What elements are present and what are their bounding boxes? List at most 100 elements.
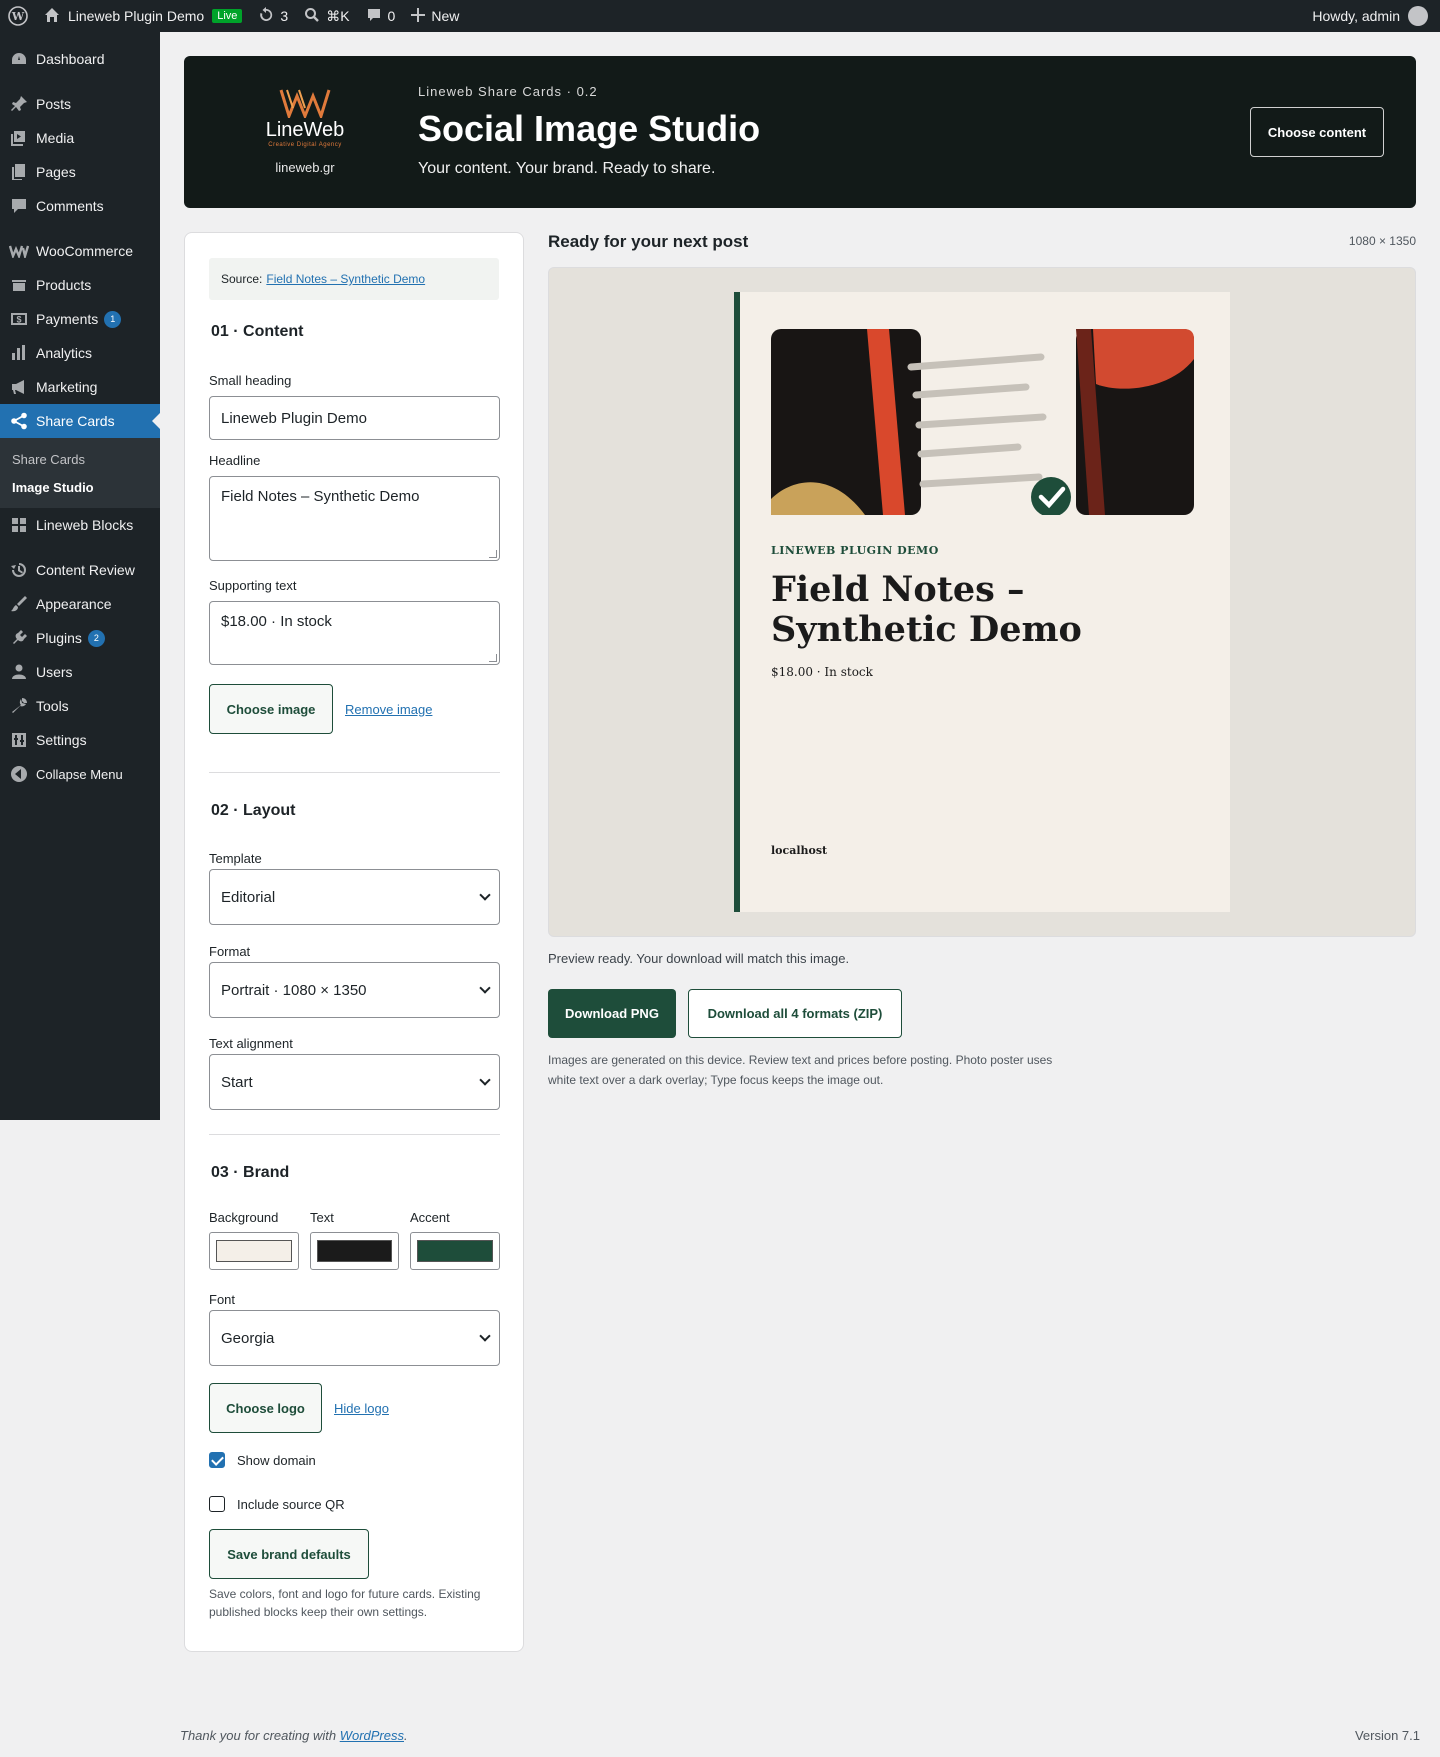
payments-badge: 1 — [104, 310, 122, 328]
admin-sidebar: Dashboard Posts Media Pages Comments Woo… — [0, 32, 160, 1120]
dashboard-icon — [9, 49, 29, 69]
collapse-icon — [9, 764, 29, 784]
sidebar-item-label: Collapse Menu — [36, 766, 123, 782]
hide-logo-link[interactable]: Hide logo — [334, 1401, 389, 1416]
sidebar-item-tools[interactable]: Tools — [0, 689, 160, 723]
new-content-link[interactable]: New — [403, 0, 467, 32]
include-qr-checkbox[interactable] — [209, 1496, 225, 1512]
show-domain-checkbox[interactable] — [209, 1452, 225, 1468]
text-alignment-value: Start — [221, 1073, 253, 1091]
choose-image-button[interactable]: Choose image — [209, 684, 333, 734]
supporting-text-textarea[interactable]: $18.00 · In stock — [209, 601, 500, 665]
format-value: Portrait · 1080 × 1350 — [221, 981, 367, 999]
sidebar-item-content-review[interactable]: Content Review — [0, 553, 160, 587]
font-label: Font — [209, 1292, 236, 1307]
collapse-menu-button[interactable]: Collapse Menu — [0, 757, 160, 791]
text-color-label: Text — [310, 1210, 334, 1225]
chevron-down-icon — [479, 1330, 491, 1342]
supporting-text-label: Supporting text — [209, 578, 297, 593]
template-value: Editorial — [221, 888, 276, 906]
text-color-picker[interactable] — [310, 1232, 399, 1270]
source-label: Source: — [221, 272, 263, 286]
source-box: Source: Field Notes – Synthetic Demo — [209, 258, 499, 300]
sidebar-item-woocommerce[interactable]: WooCommerce — [0, 234, 160, 268]
headline-textarea[interactable]: Field Notes – Synthetic Demo — [209, 476, 500, 561]
products-icon — [9, 275, 29, 295]
sidebar-item-analytics[interactable]: Analytics — [0, 336, 160, 370]
accent-color-swatch — [417, 1240, 493, 1262]
sidebar-item-share-cards[interactable]: Share Cards — [0, 404, 160, 438]
format-select[interactable]: Portrait · 1080 × 1350 — [209, 962, 500, 1018]
card-domain: localhost — [771, 844, 828, 857]
small-heading-value: Lineweb Plugin Demo — [221, 409, 367, 427]
sidebar-item-label: Appearance — [36, 596, 112, 612]
preview-stage: LINEWEB PLUGIN DEMO Field Notes – Synthe… — [548, 267, 1416, 937]
wordpress-link[interactable]: WordPress — [340, 1728, 404, 1743]
updates-link[interactable]: 3 — [250, 0, 296, 32]
download-png-button[interactable]: Download PNG — [548, 989, 676, 1038]
wordpress-logo-icon[interactable]: W — [0, 0, 36, 32]
resize-handle-icon[interactable] — [489, 550, 497, 558]
comment-icon — [366, 7, 382, 26]
sidebar-item-comments[interactable]: Comments — [0, 189, 160, 223]
preview-dimensions: 1080 × 1350 — [1348, 234, 1416, 248]
sidebar-item-pages[interactable]: Pages — [0, 155, 160, 189]
sidebar-item-lineweb-blocks[interactable]: Lineweb Blocks — [0, 508, 160, 542]
settings-panel: Source: Field Notes – Synthetic Demo 01 … — [184, 232, 524, 1652]
source-link[interactable]: Field Notes – Synthetic Demo — [266, 272, 425, 286]
download-zip-button[interactable]: Download all 4 formats (ZIP) — [688, 989, 902, 1038]
sidebar-item-label: Marketing — [36, 379, 98, 395]
accent-color-picker[interactable] — [410, 1232, 500, 1270]
supporting-text-value: $18.00 · In stock — [221, 613, 332, 630]
sidebar-item-label: Lineweb Blocks — [36, 517, 134, 533]
sidebar-item-posts[interactable]: Posts — [0, 87, 160, 121]
preview-title: Ready for your next post — [548, 232, 749, 251]
pin-icon — [9, 94, 29, 114]
submenu-item-share-cards[interactable]: Share Cards — [0, 445, 160, 473]
background-color-picker[interactable] — [209, 1232, 299, 1270]
search-link[interactable]: ⌘K — [296, 0, 357, 32]
history-icon — [9, 560, 29, 580]
megaphone-icon — [9, 377, 29, 397]
font-select[interactable]: Georgia — [209, 1310, 500, 1366]
divider — [209, 1134, 500, 1135]
save-brand-defaults-button[interactable]: Save brand defaults — [209, 1529, 369, 1579]
background-color-swatch — [216, 1240, 292, 1262]
footer-thanks-suffix: . — [404, 1728, 408, 1743]
text-color-swatch — [317, 1240, 392, 1262]
resize-handle-icon[interactable] — [489, 654, 497, 662]
sidebar-item-payments[interactable]: $ Payments 1 — [0, 302, 160, 336]
live-badge: Live — [212, 9, 243, 23]
text-alignment-select[interactable]: Start — [209, 1054, 500, 1110]
save-defaults-help: Save colors, font and logo for future ca… — [209, 1587, 481, 1619]
format-label: Format — [209, 944, 251, 959]
sidebar-item-media[interactable]: Media — [0, 121, 160, 155]
chevron-down-icon — [479, 982, 491, 994]
chevron-down-icon — [479, 1074, 491, 1086]
sidebar-item-settings[interactable]: Settings — [0, 723, 160, 757]
submenu-item-image-studio[interactable]: Image Studio — [0, 473, 160, 501]
woocommerce-icon — [9, 241, 29, 261]
choose-content-button[interactable]: Choose content — [1250, 107, 1384, 157]
template-select[interactable]: Editorial — [209, 869, 500, 925]
site-name-link[interactable]: Lineweb Plugin Demo Live — [36, 0, 250, 32]
remove-image-link[interactable]: Remove image — [345, 702, 432, 717]
comments-link[interactable]: 0 — [358, 0, 404, 32]
footer-version: Version 7.1 — [1354, 1728, 1420, 1743]
blocks-icon — [9, 515, 29, 535]
small-heading-input[interactable]: Lineweb Plugin Demo — [209, 396, 500, 440]
sidebar-item-marketing[interactable]: Marketing — [0, 370, 160, 404]
sidebar-item-products[interactable]: Products — [0, 268, 160, 302]
my-account[interactable]: Howdy, admin — [1304, 0, 1440, 32]
sidebar-item-appearance[interactable]: Appearance — [0, 587, 160, 621]
sidebar-item-dashboard[interactable]: Dashboard — [0, 42, 160, 76]
sidebar-item-label: Posts — [36, 96, 72, 112]
choose-logo-button[interactable]: Choose logo — [209, 1383, 322, 1433]
settings-icon — [9, 730, 29, 750]
new-label: New — [431, 8, 460, 24]
sidebar-item-plugins[interactable]: Plugins 2 — [0, 621, 160, 655]
search-icon — [304, 7, 320, 26]
sidebar-item-users[interactable]: Users — [0, 655, 160, 689]
analytics-icon — [9, 343, 29, 363]
headline-value: Field Notes – Synthetic Demo — [221, 488, 420, 505]
